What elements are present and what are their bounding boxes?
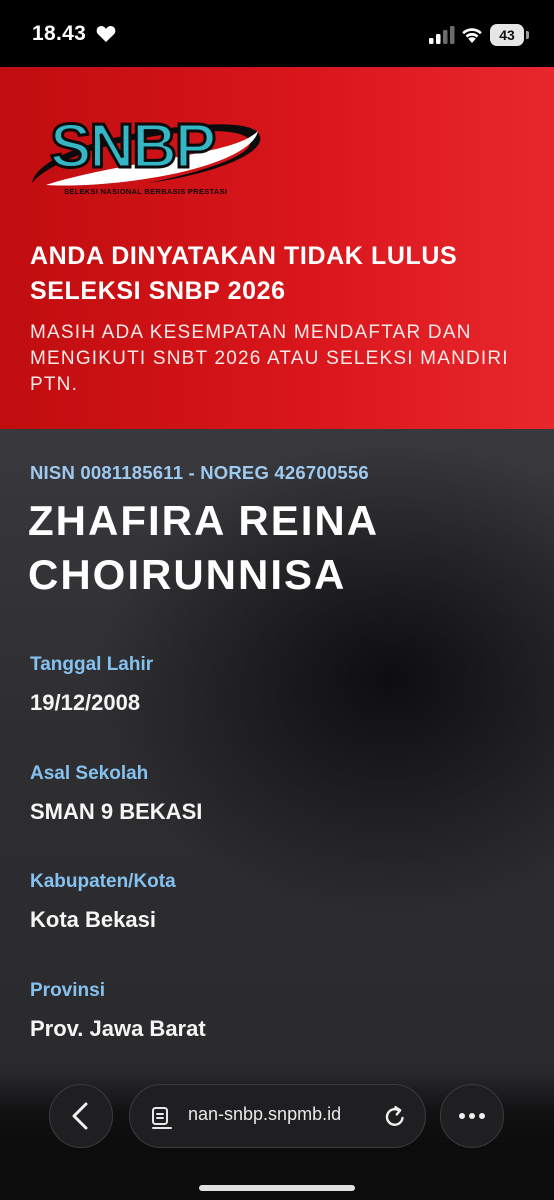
back-arrow-icon: [72, 1102, 88, 1130]
address-bar[interactable]: nan-snbp.snpmb.id: [129, 1084, 426, 1148]
signal-icon: [429, 26, 455, 44]
browser-toolbar: nan-snbp.snpmb.id: [0, 1068, 554, 1200]
wifi-icon: [462, 28, 482, 43]
status-time: 18.43: [32, 22, 87, 45]
result-subtitle: MASIH ADA KESEMPATAN MENDAFTAR DAN MENGI…: [30, 322, 509, 395]
reload-icon[interactable]: [382, 1104, 408, 1130]
back-button[interactable]: [49, 1084, 113, 1148]
birthdate-label: Tanggal Lahir: [30, 654, 154, 675]
home-indicator[interactable]: [199, 1185, 355, 1191]
school-label: Asal Sekolah: [30, 763, 149, 784]
city-label: Kabupaten/Kota: [30, 871, 176, 892]
page-icon[interactable]: [150, 1105, 174, 1129]
student-name: ZHAFIRA REINA CHOIRUNNISA: [28, 497, 378, 598]
city-value: Kota Bekasi: [30, 907, 156, 932]
province-value: Prov. Jawa Barat: [30, 1016, 206, 1041]
battery-tip: [526, 31, 529, 39]
logo-caption: SELEKSI NASIONAL BERBASIS PRESTASI: [64, 187, 228, 196]
school-value: SMAN 9 BEKASI: [30, 799, 203, 824]
battery-icon: 43: [490, 24, 530, 46]
result-banner: SNBP SELEKSI NASIONAL BERBASIS PRESTASI …: [0, 67, 554, 429]
province-label: Provinsi: [30, 980, 105, 1001]
nisn-noreg: NISN 0081185611 - NOREG 426700556: [30, 462, 369, 483]
logo-text: SNBP: [50, 112, 215, 181]
birthdate-value: 19/12/2008: [30, 690, 141, 715]
result-title: ANDA DINYATAKAN TIDAK LULUS SELEKSI SNBP…: [30, 242, 458, 305]
battery-level: 43: [490, 24, 524, 46]
status-bar: 18.43 43: [0, 0, 554, 67]
more-icon: [459, 1113, 485, 1119]
heart-icon: [96, 26, 116, 42]
url-text[interactable]: nan-snbp.snpmb.id: [188, 1104, 341, 1125]
more-button[interactable]: [440, 1084, 504, 1148]
